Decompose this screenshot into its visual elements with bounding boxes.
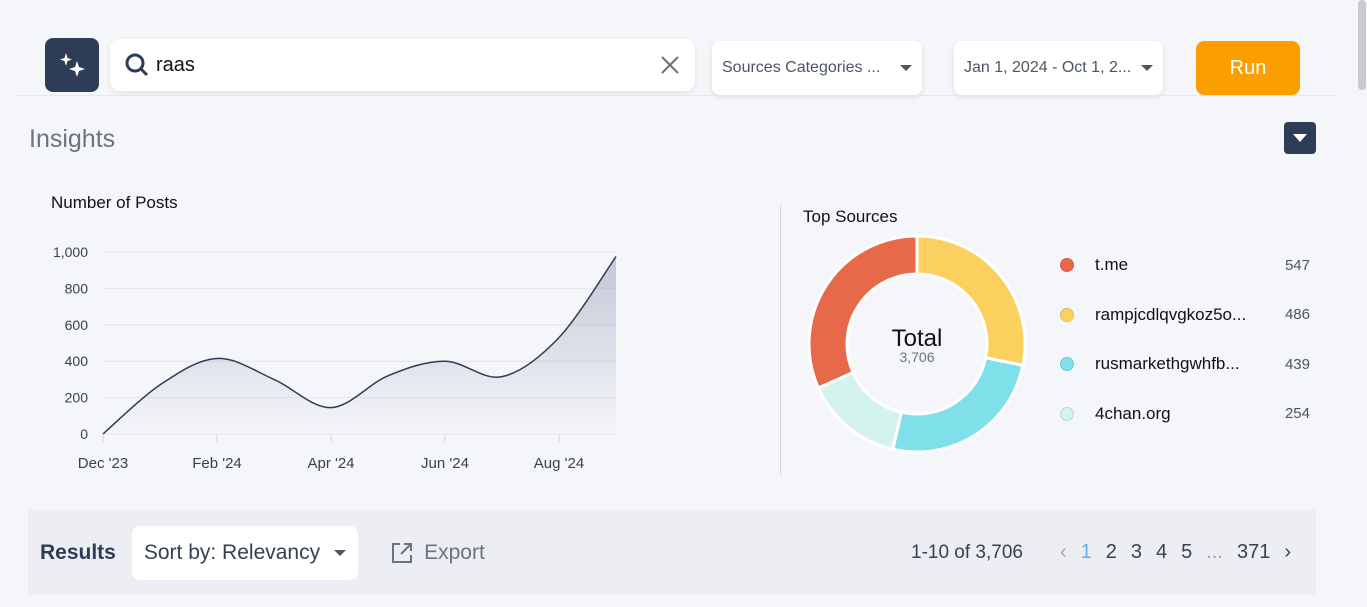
pagination-ellipsis: ...: [1206, 541, 1223, 563]
results-title: Results: [40, 540, 116, 564]
y-tick-label: 1,000: [53, 244, 88, 260]
sparkles-icon: [60, 53, 85, 77]
legend-label: t.me: [1095, 255, 1129, 274]
x-tick-label: Feb '24: [192, 455, 242, 472]
run-button[interactable]: Run: [1196, 41, 1300, 95]
results-count: 1-10 of 3,706: [911, 541, 1023, 563]
sort-dropdown[interactable]: Sort by: Relevancy: [131, 525, 359, 580]
legend-item[interactable]: rusmarkethgwhfb... 439: [1060, 352, 1310, 376]
legend-label: rusmarkethgwhfb...: [1095, 354, 1240, 373]
legend-item[interactable]: 4chan.org 254: [1060, 402, 1310, 426]
y-tick-label: 0: [80, 426, 88, 442]
divider: [780, 205, 781, 475]
ai-assist-button[interactable]: [45, 38, 99, 92]
donut-center-value: 3,706: [899, 349, 935, 365]
scrollbar[interactable]: [1358, 0, 1366, 90]
legend-label: rampjcdlqvgkoz5o...: [1095, 304, 1247, 324]
area-fill: [103, 256, 616, 434]
search-icon: [125, 53, 149, 77]
chart-title: Number of Posts: [51, 193, 178, 212]
legend-value: 547: [1284, 256, 1310, 274]
y-tick-label: 600: [65, 317, 89, 333]
x-tick-label: Apr '24: [307, 455, 354, 472]
dropdown-label: Jan 1, 2024 - Oct 1, 2...: [964, 59, 1132, 76]
y-tick-label: 200: [65, 390, 89, 406]
next-page-icon[interactable]: ›: [1284, 541, 1291, 564]
legend-dot: [1060, 258, 1074, 272]
pagination: ‹ 1 2 3 4 5... 371 ›: [1053, 541, 1298, 564]
x-tick-label: Aug '24: [534, 455, 584, 472]
legend-value: 254: [1284, 405, 1310, 422]
donut-slice[interactable]: [816, 370, 904, 452]
legend-value: 486: [1284, 306, 1310, 323]
page-5[interactable]: 5: [1181, 541, 1192, 564]
legend-item[interactable]: rampjcdlqvgkoz5o... 486: [1060, 303, 1310, 327]
y-tick-label: 400: [65, 353, 89, 369]
sort-label: Sort by: Relevancy: [143, 540, 321, 564]
collapse-insights-button[interactable]: [1284, 122, 1316, 154]
search-input[interactable]: [156, 53, 659, 77]
posts-line-chart: 0 200 400 600 800 1,000 Dec '23 Feb '24 Apr '24 J…: [53, 244, 617, 472]
insights-title: Insights: [29, 125, 116, 153]
prev-page-icon[interactable]: ‹: [1060, 541, 1067, 564]
dropdown-label: Sources Categories ...: [722, 59, 881, 76]
page-4[interactable]: 4: [1156, 541, 1167, 564]
close-icon[interactable]: [659, 54, 681, 76]
caret-down-icon: [1141, 65, 1153, 71]
legend-label: 4chan.org: [1095, 403, 1171, 423]
legend-item[interactable]: t.me 547: [1060, 253, 1310, 277]
date-range-dropdown[interactable]: Jan 1, 2024 - Oct 1, 2...: [954, 41, 1163, 95]
legend-dot: [1060, 307, 1074, 322]
page-1[interactable]: 1: [1081, 541, 1092, 564]
results-bar: Results Sort by: Relevancy Export 1-10 o…: [28, 510, 1316, 595]
legend-value: 439: [1284, 355, 1310, 373]
external-link-icon: [392, 542, 413, 563]
export-label: Export: [424, 540, 485, 564]
page-371[interactable]: 371: [1237, 541, 1270, 564]
x-tick-label: Dec '23: [78, 455, 128, 472]
caret-down-icon: [1293, 134, 1307, 142]
search-bar: [110, 39, 695, 91]
x-tick-label: Jun '24: [421, 455, 469, 472]
page-2[interactable]: 2: [1106, 541, 1117, 564]
divider: [15, 95, 1335, 96]
export-button[interactable]: Export: [390, 541, 485, 565]
y-tick-label: 800: [65, 280, 89, 296]
donut-slice[interactable]: [807, 234, 919, 391]
page-3[interactable]: 3: [1131, 541, 1142, 564]
legend-dot: [1060, 406, 1074, 421]
caret-down-icon: [334, 549, 347, 556]
chart-title: Top Sources: [803, 207, 898, 226]
legend-dot: [1060, 357, 1074, 371]
caret-down-icon: [900, 65, 912, 71]
sources-categories-dropdown[interactable]: Sources Categories ...: [712, 41, 922, 95]
donut-slice[interactable]: [890, 356, 1025, 454]
